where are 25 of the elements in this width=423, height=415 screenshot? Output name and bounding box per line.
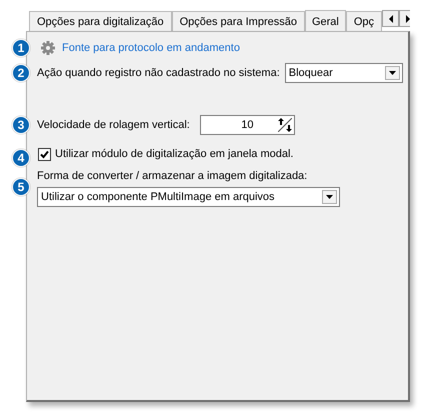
- dropdown-arrow-icon: [388, 71, 396, 75]
- spin-arrows-icon: [278, 118, 292, 132]
- font-link[interactable]: Fonte para protocolo em andamento: [62, 42, 240, 54]
- tab[interactable]: Opções para digitalização: [29, 11, 172, 31]
- field-label: Utilizar módulo de digitalização em janela modal.: [55, 148, 294, 160]
- gear-icon: [41, 41, 55, 55]
- tab[interactable]: Opç: [346, 11, 382, 31]
- field-label: Forma de converter / armazenar a imagem digitalizada:: [37, 170, 308, 184]
- dropdown-arrow-icon: [326, 195, 333, 199]
- right-arrow-icon: [406, 14, 410, 22]
- left-arrow-icon: [388, 14, 393, 22]
- scroll-left-button[interactable]: [382, 10, 400, 27]
- field-label: Ação quando registro não cadastrado no sistema:: [37, 67, 280, 79]
- checkbox[interactable]: [38, 148, 51, 160]
- step-badge: 4: [12, 149, 30, 167]
- dropdown[interactable]: Bloquear: [284, 63, 403, 83]
- tab[interactable]: Opções para Impressão: [172, 11, 305, 31]
- step-badge: 1: [12, 39, 30, 57]
- tab[interactable]: Geral: [304, 10, 346, 31]
- step-badge: 5: [12, 178, 30, 196]
- field-label: Velocidade de rolagem vertical:: [37, 119, 190, 131]
- dropdown[interactable]: Utilizar o componente PMultiImage em arquivos: [37, 187, 340, 207]
- spin-field[interactable]: 10: [200, 115, 295, 135]
- step-badge: 3: [12, 116, 30, 134]
- step-badge: 2: [12, 64, 30, 82]
